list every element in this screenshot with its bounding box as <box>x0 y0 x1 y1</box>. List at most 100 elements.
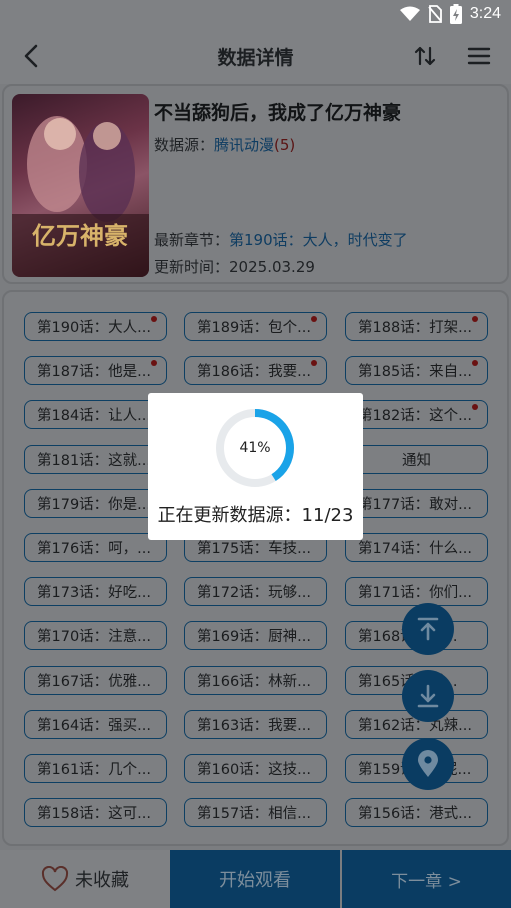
favorite-button[interactable]: 未收藏 <box>0 850 170 908</box>
menu-icon[interactable] <box>465 42 493 70</box>
chapter-label: 第188话：打架... <box>358 320 473 336</box>
chapter-label: 第184话：让人... <box>37 408 152 425</box>
chapter-label: 第185话：来自... <box>358 364 473 381</box>
book-title: 不当舔狗后，我成了亿万神豪 <box>154 102 402 124</box>
book-info-card: 亿万神豪 不当舔狗后，我成了亿万神豪 数据源：腾讯动漫(5) 最新章节：第190… <box>2 84 509 284</box>
chapter-chip[interactable]: 第177话：敢对... <box>345 488 488 518</box>
book-cover[interactable]: 亿万神豪 <box>12 94 149 277</box>
new-chapter-dot <box>311 360 317 367</box>
latest-chapter-line: 最新章节：第190话：大人，时代变了 <box>154 229 408 250</box>
chapter-chip[interactable]: 第179话：你是... <box>24 488 167 518</box>
cover-art: 亿万神豪 <box>12 116 149 277</box>
chapter-label: 第169话：厨神... <box>197 629 312 646</box>
progress-percent: 41% <box>239 440 271 456</box>
favorite-label: 未收藏 <box>75 870 129 891</box>
chapter-chip[interactable]: 第169话：厨神... <box>184 621 327 651</box>
chapter-chip[interactable]: 第160话：这技... <box>184 754 327 783</box>
start-watching-button[interactable]: 开始观看 <box>170 850 340 908</box>
location-pin-icon <box>418 750 438 777</box>
new-chapter-dot <box>472 404 478 411</box>
chapter-label: 第176话：呵，... <box>37 541 152 557</box>
chapter-chip[interactable]: 第190话：大人... <box>24 312 167 341</box>
arrow-up-to-top-icon <box>417 617 439 641</box>
source-link[interactable]: 腾讯动漫 <box>214 136 274 154</box>
source-line: 数据源：腾讯动漫(5) <box>154 134 295 155</box>
chapter-chip[interactable]: 第185话：来自... <box>345 356 488 386</box>
chapter-chip[interactable]: 第171话：你们... <box>345 577 488 607</box>
chapter-chip[interactable]: 通知 <box>345 444 488 474</box>
chapter-label: 第173话：好吃... <box>37 585 152 602</box>
chapter-label: 第167话：优雅... <box>37 673 152 690</box>
chapter-label: 第181话：这就... <box>37 452 152 469</box>
chapter-label: 第163话：我要... <box>197 717 312 734</box>
sort-icon[interactable] <box>411 42 439 70</box>
chapter-chip[interactable]: 第156话：港式... <box>345 798 488 828</box>
chapter-label: 第175话：车技... <box>197 541 312 557</box>
chapter-chip[interactable]: 第189话：包个... <box>184 312 327 341</box>
new-chapter-dot <box>472 360 478 367</box>
chapter-label: 第164话：强买... <box>37 717 152 734</box>
update-progress-dialog: 41% 正在更新数据源：11/23 <box>148 393 363 540</box>
chapter-label: 第189话：包个... <box>197 320 312 336</box>
chapter-label: 通知 <box>402 452 431 469</box>
chapter-chip[interactable]: 第158话：这可... <box>24 798 167 828</box>
source-count: (5) <box>274 136 296 154</box>
start-watching-label: 开始观看 <box>219 870 291 891</box>
chapter-chip[interactable]: 第157话：相信... <box>184 798 327 828</box>
updated-line: 更新时间：2025.03.29 <box>154 256 315 277</box>
chapter-chip[interactable]: 第172话：玩够... <box>184 577 327 607</box>
chapter-label: 第161话：几个... <box>37 762 152 778</box>
chapter-chip[interactable]: 第174话：什么... <box>345 533 488 562</box>
updated-label: 更新时间： <box>154 258 230 276</box>
chapter-chip[interactable]: 第167话：优雅... <box>24 665 167 695</box>
chapter-chip[interactable]: 第184话：让人... <box>24 400 167 430</box>
latest-chapter-label: 最新章节： <box>154 231 230 249</box>
chapter-label: 第182话：这个... <box>358 408 473 425</box>
chapter-label: 第172话：玩够... <box>197 585 312 602</box>
chapter-chip[interactable]: 第181话：这就... <box>24 444 167 474</box>
chapter-label: 第158话：这可... <box>37 806 152 823</box>
wifi-icon <box>399 6 420 21</box>
next-chapter-button[interactable]: 下一章 > <box>342 850 511 908</box>
chapter-label: 第166话：林新... <box>197 673 312 690</box>
chapter-label: 第187话：他是... <box>37 364 152 381</box>
chapter-label: 第157话：相信... <box>197 806 312 823</box>
status-time: 3:24 <box>469 5 501 22</box>
battery-charging-icon <box>449 4 462 24</box>
chapter-chip[interactable]: 第163话：我要... <box>184 709 327 739</box>
update-status-message: 正在更新数据源：11/23 <box>157 505 354 526</box>
chapter-chip[interactable]: 第187话：他是... <box>24 356 167 386</box>
new-chapter-dot <box>472 316 478 322</box>
chapter-label: 第171话：你们... <box>358 585 473 602</box>
scroll-bottom-button[interactable] <box>402 670 454 722</box>
cover-title-text: 亿万神豪 <box>32 221 128 250</box>
status-icons: 3:24 <box>399 4 501 24</box>
chapter-label: 第170话：注意... <box>37 629 152 646</box>
chapter-chip[interactable]: 第188话：打架... <box>345 312 488 341</box>
chapter-chip[interactable]: 第170话：注意... <box>24 621 167 651</box>
updated-date: 2025.03.29 <box>229 258 315 276</box>
chapter-chip[interactable]: 第176话：呵，... <box>24 533 167 562</box>
no-sim-icon <box>428 5 442 23</box>
chapter-chip[interactable]: 第161话：几个... <box>24 754 167 783</box>
chapter-chip[interactable]: 第164话：强买... <box>24 709 167 739</box>
chapter-chip[interactable]: 第182话：这个... <box>345 400 488 430</box>
new-chapter-dot <box>151 360 157 367</box>
chapter-chip[interactable]: 第173话：好吃... <box>24 577 167 607</box>
source-label: 数据源： <box>154 136 215 154</box>
chapter-chip[interactable]: 第186话：我要... <box>184 356 327 386</box>
latest-chapter-link[interactable]: 第190话：大人，时代变了 <box>229 231 408 249</box>
chapter-label: 第177话：敢对... <box>358 496 473 513</box>
next-chapter-label: 下一章 > <box>391 871 462 892</box>
chapter-chip[interactable]: 第166话：林新... <box>184 665 327 695</box>
status-bar: 3:24 <box>0 0 511 28</box>
locate-current-button[interactable] <box>402 738 454 790</box>
chapter-label: 第190话：大人... <box>37 320 152 336</box>
new-chapter-dot <box>151 316 157 322</box>
bottom-action-bar: 未收藏 开始观看 下一章 > <box>0 850 511 908</box>
chapter-label: 第179话：你是... <box>37 496 152 513</box>
chapter-label: 第160话：这技... <box>197 762 312 778</box>
scroll-top-button[interactable] <box>402 603 454 655</box>
chapter-label: 第156话：港式... <box>358 806 473 823</box>
new-chapter-dot <box>311 316 317 322</box>
